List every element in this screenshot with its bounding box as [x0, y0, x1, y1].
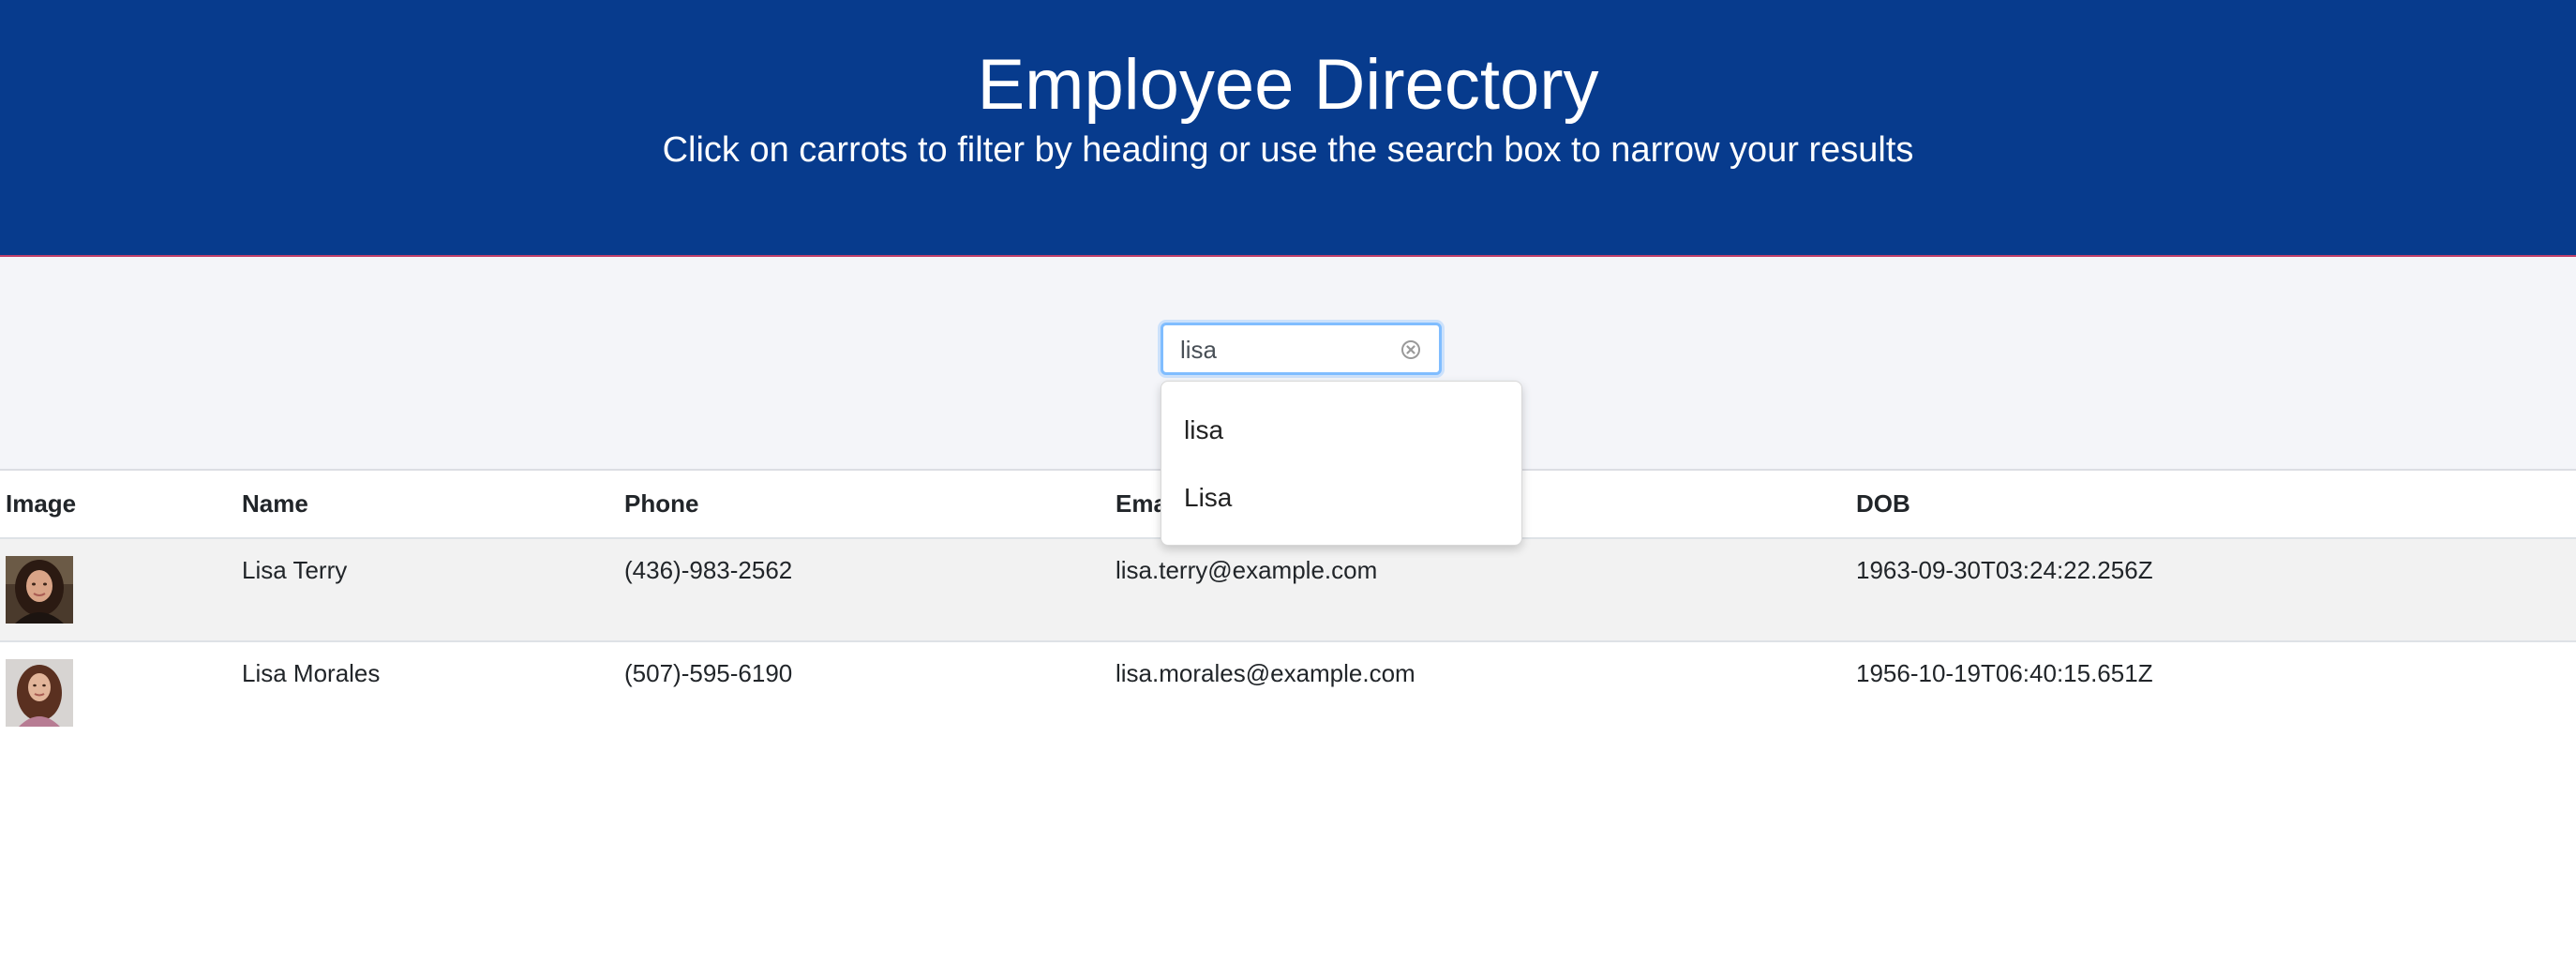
- search-input-value: lisa: [1180, 336, 1218, 364]
- column-header-dob[interactable]: DOB: [1856, 471, 2576, 539]
- image-cell: [0, 538, 242, 642]
- phone-cell: (436)-983-2562: [624, 538, 1116, 642]
- page-title: Employee Directory: [977, 45, 1599, 125]
- table-row: Lisa Morales (507)-595-6190 lisa.morales…: [0, 641, 2576, 744]
- name-cell: Lisa Terry: [242, 538, 624, 642]
- page-header: Employee Directory Click on carrots to f…: [0, 0, 2576, 257]
- column-header-image[interactable]: Image: [0, 471, 242, 539]
- suggestion-option[interactable]: lisa: [1184, 414, 1223, 446]
- suggestion-option[interactable]: Lisa: [1184, 482, 1232, 514]
- page-subtitle: Click on carrots to filter by heading or…: [662, 130, 1914, 170]
- clear-search-icon[interactable]: [1401, 340, 1420, 359]
- email-cell: lisa.morales@example.com: [1116, 659, 1415, 687]
- search-input[interactable]: lisa: [1161, 323, 1442, 375]
- email-cell: lisa.terry@example.com: [1116, 538, 1856, 642]
- dob-cell: 1956-10-19T06:40:15.651Z: [1856, 659, 2153, 687]
- search-suggestions-dropdown: lisa Lisa: [1161, 381, 1522, 546]
- column-header-name[interactable]: Name: [242, 471, 624, 539]
- dob-cell: 1963-09-30T03:24:22.256Z: [1856, 538, 2576, 642]
- table-row: Lisa Terry (436)-983-2562 lisa.terry@exa…: [0, 538, 2576, 642]
- column-header-phone[interactable]: Phone: [624, 471, 1116, 539]
- name-cell: Lisa Morales: [242, 659, 381, 687]
- phone-cell: (507)-595-6190: [624, 659, 793, 687]
- image-cell: [0, 641, 242, 744]
- avatar: [6, 659, 73, 727]
- avatar: [6, 556, 73, 624]
